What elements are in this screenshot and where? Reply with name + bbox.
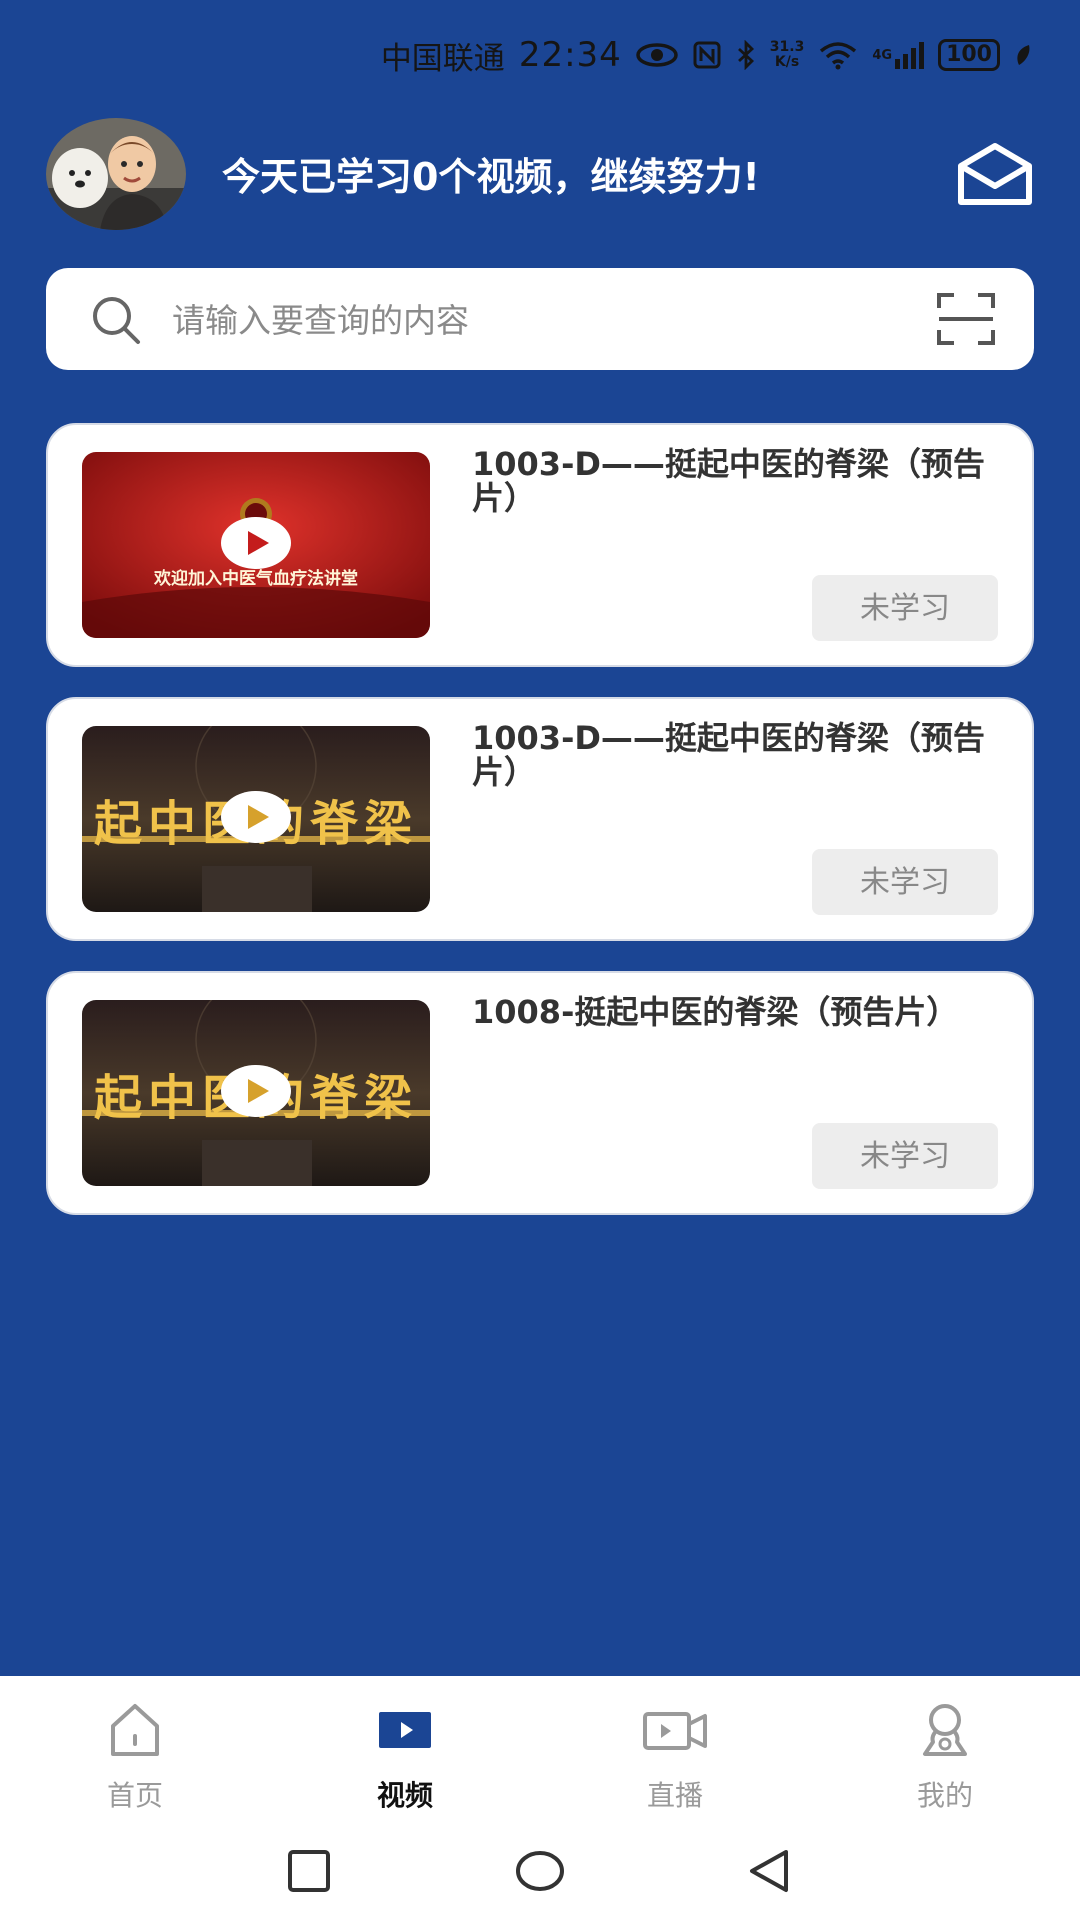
bottom-tab-bar: 首页 视频 直播 我的 bbox=[0, 1676, 1080, 1824]
video-card[interactable]: 欢迎加入中医气血疗法讲堂 1003-D——挺起中医的脊梁（预告片） 未学习 bbox=[46, 423, 1034, 667]
live-camera-icon bbox=[643, 1702, 707, 1758]
eye-icon bbox=[636, 42, 678, 68]
video-thumbnail[interactable]: 欢迎加入中医气血疗法讲堂 bbox=[82, 452, 430, 638]
study-status-button[interactable]: 未学习 bbox=[812, 1123, 998, 1189]
play-icon[interactable] bbox=[220, 1064, 292, 1118]
status-bar: 中国联通 22:34 31.3 K/s 4G 100 bbox=[0, 0, 1080, 110]
study-status-button[interactable]: 未学习 bbox=[812, 849, 998, 915]
tab-live[interactable]: 直播 bbox=[540, 1676, 810, 1824]
nfc-icon bbox=[692, 40, 722, 70]
video-thumbnail[interactable]: 起中医的脊梁 bbox=[82, 726, 430, 912]
profile-icon bbox=[913, 1702, 977, 1758]
tab-label: 首页 bbox=[106, 1779, 163, 1812]
play-icon[interactable] bbox=[220, 790, 292, 844]
wifi-icon bbox=[818, 40, 858, 70]
back-button[interactable] bbox=[744, 1848, 794, 1894]
bluetooth-icon bbox=[736, 40, 756, 70]
header: 今天已学习0个视频，继续努力! bbox=[46, 118, 1034, 232]
leaf-icon bbox=[1014, 43, 1032, 67]
video-card[interactable]: 起中医的脊梁 1003-D——挺起中医的脊梁（预告片） 未学习 bbox=[46, 697, 1034, 941]
carrier-name: 中国联通 bbox=[380, 40, 505, 77]
tab-mine[interactable]: 我的 bbox=[810, 1676, 1080, 1824]
video-card[interactable]: 起中医的脊梁 1008-挺起中医的脊梁（预告片） 未学习 bbox=[46, 971, 1034, 1215]
recent-apps-button[interactable] bbox=[284, 1848, 334, 1894]
play-icon[interactable] bbox=[220, 516, 292, 570]
network-speed: 31.3 K/s bbox=[770, 40, 805, 70]
cellular-signal-icon: 4G bbox=[872, 41, 925, 69]
home-button[interactable] bbox=[514, 1848, 566, 1894]
avatar[interactable] bbox=[46, 118, 186, 230]
battery-level: 100 bbox=[938, 39, 1000, 71]
tab-label: 直播 bbox=[646, 1779, 703, 1812]
home-icon bbox=[103, 1702, 167, 1758]
system-navigation-bar bbox=[0, 1824, 1080, 1920]
clock: 22:34 bbox=[518, 35, 622, 75]
study-progress-greeting: 今天已学习0个视频，继续努力! bbox=[222, 155, 760, 199]
video-title[interactable]: 1003-D——挺起中医的脊梁（预告片） bbox=[472, 447, 992, 515]
tab-label: 我的 bbox=[916, 1779, 973, 1812]
tab-label: 视频 bbox=[376, 1779, 433, 1812]
video-thumbnail[interactable]: 起中医的脊梁 bbox=[82, 1000, 430, 1186]
tab-home[interactable]: 首页 bbox=[0, 1676, 270, 1824]
speed-value: 31.3 bbox=[769, 39, 805, 55]
study-status-button[interactable]: 未学习 bbox=[812, 575, 998, 641]
speed-unit: K/s bbox=[774, 54, 800, 70]
video-play-icon bbox=[373, 1702, 437, 1758]
video-title[interactable]: 1008-挺起中医的脊梁（预告片） bbox=[472, 995, 992, 1029]
mail-icon[interactable] bbox=[956, 142, 1034, 208]
video-title[interactable]: 1003-D——挺起中医的脊梁（预告片） bbox=[472, 721, 992, 789]
search-bar bbox=[46, 268, 1034, 372]
tab-video[interactable]: 视频 bbox=[270, 1676, 540, 1824]
network-type: 4G bbox=[872, 47, 893, 63]
search-icon[interactable] bbox=[90, 294, 142, 346]
scan-icon[interactable] bbox=[936, 292, 996, 346]
search-input[interactable] bbox=[170, 268, 934, 372]
